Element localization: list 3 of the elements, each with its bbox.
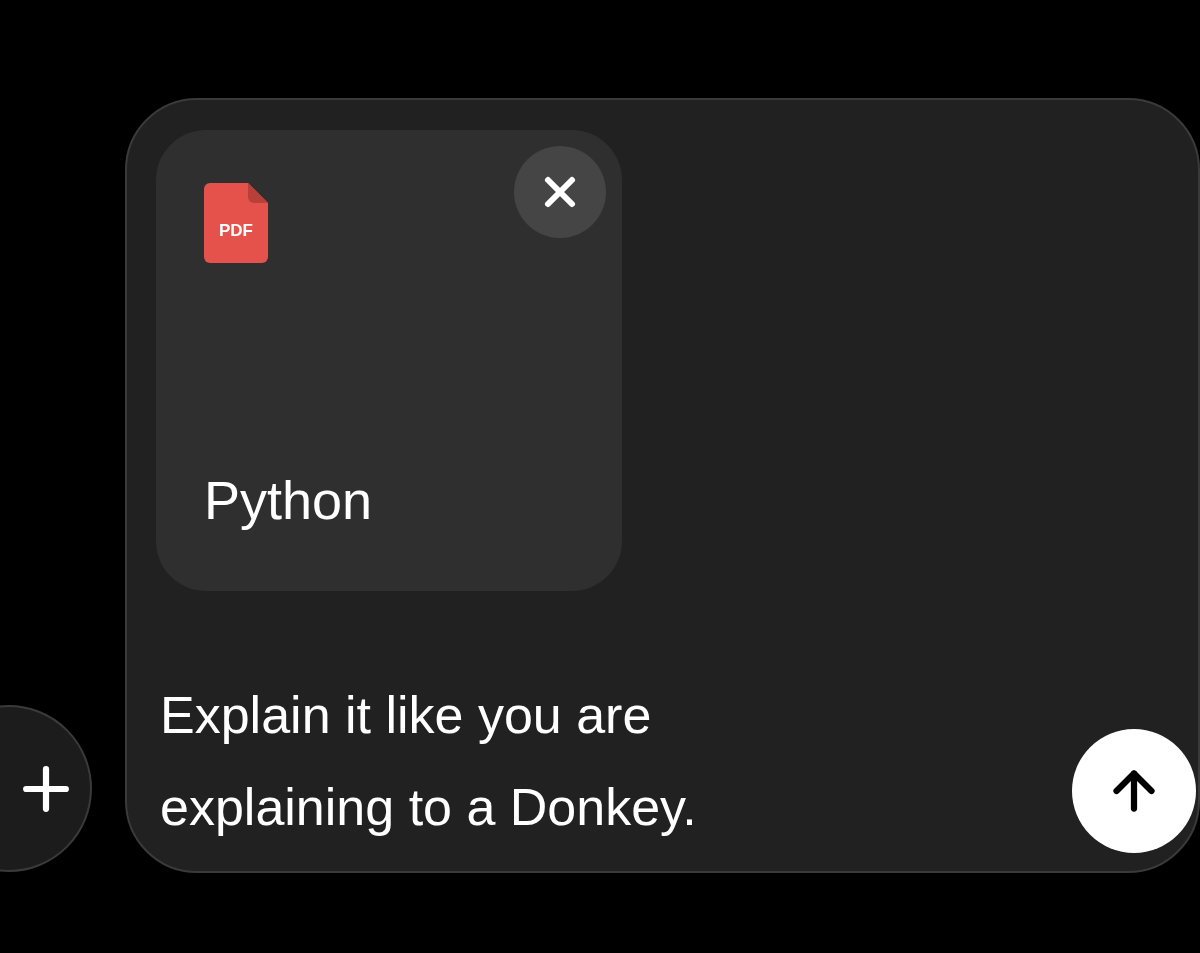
pdf-file-icon: [204, 183, 268, 263]
message-field[interactable]: Explain it like you are explaining to a Donkey.: [160, 669, 880, 853]
file-type-label: PDF: [218, 222, 254, 239]
